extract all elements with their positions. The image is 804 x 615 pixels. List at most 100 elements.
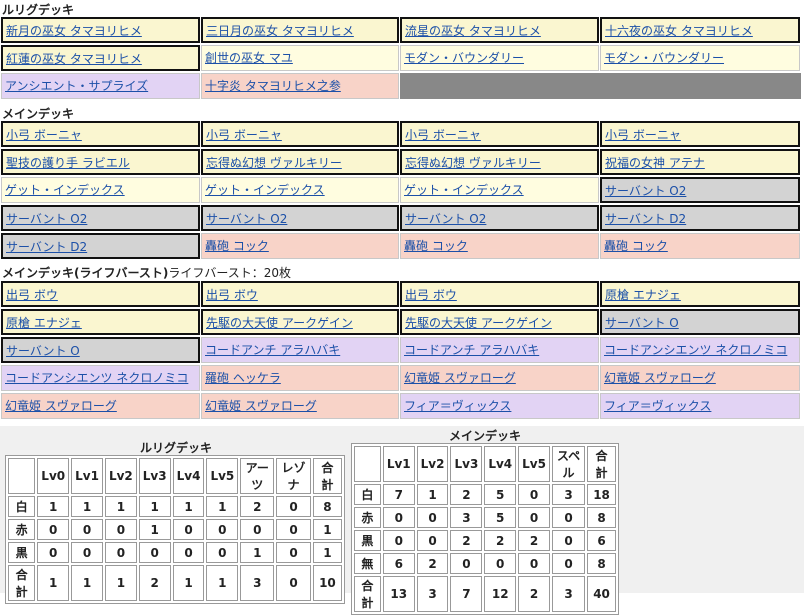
card-link[interactable]: サーバント O [6, 344, 80, 358]
card-link[interactable]: 先駆の大天使 アークゲイン [206, 316, 353, 330]
card-link[interactable]: 幻竜姫 スヴァローグ [404, 371, 516, 385]
card-cell: 先駆の大天使 アークゲイン [400, 309, 599, 335]
card-link[interactable]: コードアンシエンツ ネクロノミコ [5, 371, 188, 385]
table-cell: 1 [206, 496, 239, 517]
card-cell: 小弓 ボーニャ [201, 121, 399, 147]
table-header: レゾナ [276, 458, 311, 494]
card-cell: フィア＝ヴィックス [400, 393, 599, 419]
card-link[interactable]: 先駆の大天使 アークゲイン [405, 316, 552, 330]
table-row: 黒000000101 [8, 542, 342, 563]
card-link[interactable]: アンシエント・サプライズ [5, 79, 148, 93]
card-link[interactable]: 十六夜の巫女 タマヨリヒメ [605, 24, 753, 38]
table-header: Lv1 [382, 446, 415, 482]
card-cell: 小弓 ボーニャ [1, 121, 200, 147]
card-link[interactable]: 出弓 ボウ [405, 288, 457, 302]
card-link[interactable]: 流星の巫女 タマヨリヒメ [405, 24, 541, 38]
table-cell: 0 [382, 507, 415, 528]
table-cell: 1 [206, 565, 239, 601]
card-link[interactable]: モダン・バウンダリー [604, 51, 724, 65]
card-link[interactable]: 紅蓮の巫女 タマヨリヒメ [6, 52, 142, 66]
card-link[interactable]: ゲット・インデックス [5, 183, 125, 197]
card-link[interactable]: 轟砲 コック [604, 239, 668, 253]
card-link[interactable]: サーバント O2 [405, 212, 486, 226]
row-label: 黒 [354, 530, 381, 551]
table-cell: 1 [312, 542, 342, 563]
card-link[interactable]: サーバント O2 [6, 212, 87, 226]
card-link[interactable]: サーバント O2 [206, 212, 287, 226]
card-link[interactable]: 十字炎 タマヨリヒメ之参 [205, 79, 341, 93]
empty-slot-fill [400, 73, 801, 99]
table-header: Lv2 [104, 458, 137, 494]
card-link[interactable]: 幻竜姫 スヴァローグ [5, 399, 117, 413]
card-link[interactable]: 忘得ぬ幻想 ヴァルキリー [405, 156, 541, 170]
table-corner [8, 458, 36, 494]
card-link[interactable]: 小弓 ボーニャ [206, 128, 282, 142]
card-link[interactable]: モダン・バウンダリー [404, 51, 524, 65]
card-link[interactable]: 新月の巫女 タマヨリヒメ [6, 24, 142, 38]
card-link[interactable]: サーバント O [605, 316, 679, 330]
card-link[interactable]: 小弓 ボーニャ [605, 128, 681, 142]
card-cell: 出弓 ボウ [201, 281, 399, 307]
card-link[interactable]: コードアンチ アラハバキ [404, 343, 539, 357]
card-link[interactable]: 小弓 ボーニャ [6, 128, 82, 142]
card-link[interactable]: 祝福の女神 アテナ [605, 156, 705, 170]
card-link[interactable]: 小弓 ボーニャ [405, 128, 481, 142]
table-cell: 0 [104, 542, 137, 563]
card-link[interactable]: コードアンチ アラハバキ [205, 343, 340, 357]
card-link[interactable]: サーバント O2 [605, 184, 686, 198]
card-link[interactable]: フィア＝ヴィックス [604, 399, 711, 413]
card-link[interactable]: 創世の巫女 マユ [205, 51, 293, 65]
card-link[interactable]: 原槍 エナジェ [6, 316, 82, 330]
table-cell: 0 [276, 565, 311, 601]
table-cell: 1 [37, 496, 70, 517]
table-cell: 1 [71, 565, 103, 601]
table-header: 合計 [587, 446, 616, 482]
card-link[interactable]: 三日月の巫女 タマヨリヒメ [206, 24, 354, 38]
table-header: Lv5 [518, 446, 550, 482]
card-link[interactable]: ゲット・インデックス [205, 183, 325, 197]
table-cell: 1 [312, 519, 342, 540]
table-cell: 18 [587, 484, 616, 505]
card-link[interactable]: コードアンシエンツ ネクロノミコ [604, 343, 787, 357]
card-link[interactable]: 幻竜姫 スヴァローグ [205, 399, 317, 413]
row-label: 黒 [8, 542, 36, 563]
table-cell: 0 [484, 553, 517, 574]
card-cell: 流星の巫女 タマヨリヒメ [400, 17, 599, 43]
card-link[interactable]: 出弓 ボウ [6, 288, 58, 302]
table-cell: 0 [518, 507, 550, 528]
table-cell: 1 [240, 542, 275, 563]
card-link[interactable]: ゲット・インデックス [404, 183, 524, 197]
card-link[interactable]: 羅砲 ヘッケラ [205, 371, 281, 385]
card-link[interactable]: フィア＝ヴィックス [404, 399, 511, 413]
table-cell: 6 [587, 530, 616, 551]
lifeburst-deck-title: メインデッキ(ライフバースト) [2, 266, 169, 280]
table-row: 合計 13 3 7 12 2 3 40 [354, 576, 616, 612]
card-cell: モダン・バウンダリー [400, 45, 599, 71]
table-cell: 0 [276, 496, 311, 517]
card-cell: 十六夜の巫女 タマヨリヒメ [600, 17, 800, 43]
table-header: Lv1 [71, 458, 103, 494]
card-link[interactable]: 原槍 エナジェ [605, 288, 681, 302]
card-link[interactable]: 忘得ぬ幻想 ヴァルキリー [206, 156, 342, 170]
table-cell: 3 [416, 576, 449, 612]
card-link[interactable]: サーバント D2 [605, 212, 686, 226]
card-link[interactable]: サーバント D2 [6, 240, 87, 254]
lifeburst-header: メインデッキ(ライフバースト)ライフバースト：20枚 [2, 264, 291, 281]
card-cell: コードアンチ アラハバキ [400, 337, 599, 363]
card-link[interactable]: 幻竜姫 スヴァローグ [604, 371, 716, 385]
table-cell: 5 [484, 507, 517, 528]
table-header: 合計 [312, 458, 342, 494]
card-cell: 三日月の巫女 タマヨリヒメ [201, 17, 399, 43]
card-link[interactable]: 轟砲 コック [404, 239, 468, 253]
card-cell: 幻竜姫 スヴァローグ [400, 365, 599, 391]
row-label: 合計 [354, 576, 381, 612]
card-cell: 小弓 ボーニャ [600, 121, 800, 147]
card-link[interactable]: 出弓 ボウ [206, 288, 258, 302]
card-cell: 幻竜姫 スヴァローグ [201, 393, 399, 419]
lrig-table-title: ルリグデッキ [139, 441, 212, 455]
row-label: 赤 [8, 519, 36, 540]
table-cell: 7 [382, 484, 415, 505]
card-link[interactable]: 轟砲 コック [205, 239, 269, 253]
table-cell: 1 [104, 496, 137, 517]
card-link[interactable]: 聖技の護り手 ラビエル [6, 156, 130, 170]
